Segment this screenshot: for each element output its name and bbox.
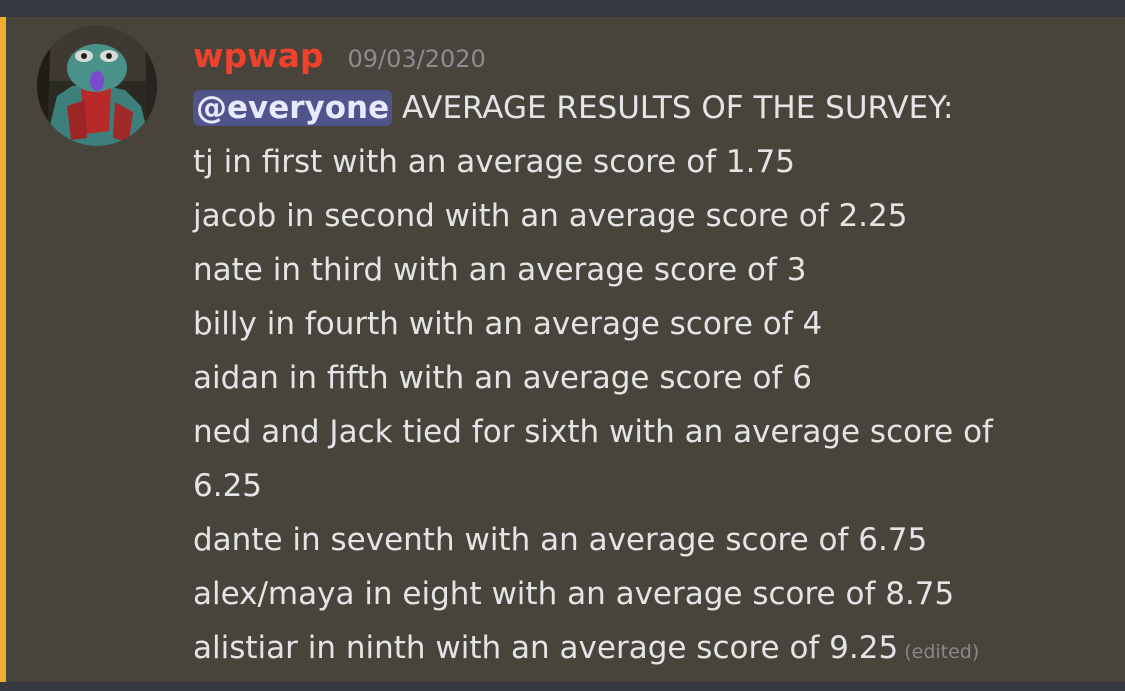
result-line: nate in third with an average score of 3 — [193, 252, 807, 288]
everyone-mention[interactable]: @everyone — [193, 90, 393, 126]
message-highlighted[interactable]: wpwap 09/03/2020 @everyone AVERAGE RESUL… — [0, 17, 1125, 682]
result-line: alex/maya in eight with an average score… — [193, 576, 955, 612]
result-line: 6.25 — [193, 468, 263, 504]
message-headline-line: @everyone AVERAGE RESULTS OF THE SURVEY: — [193, 81, 1093, 135]
avatar-image — [37, 26, 157, 146]
result-line: ned and Jack tied for sixth with an aver… — [193, 414, 993, 450]
timestamp[interactable]: 09/03/2020 — [348, 40, 486, 78]
headline-text: AVERAGE RESULTS OF THE SURVEY: — [392, 90, 954, 126]
message-header: wpwap 09/03/2020 — [193, 37, 486, 77]
result-line: dante in seventh with an average score o… — [193, 522, 928, 558]
chat-page: wpwap 09/03/2020 @everyone AVERAGE RESUL… — [0, 0, 1125, 691]
edited-label[interactable]: (edited) — [904, 641, 979, 663]
result-line-last: alistiar in ninth with an average score … — [193, 621, 1093, 679]
message-content: @everyone AVERAGE RESULTS OF THE SURVEY:… — [193, 81, 1093, 679]
user-avatar[interactable] — [37, 26, 157, 146]
result-line: jacob in second with an average score of… — [193, 198, 908, 234]
result-line: billy in fourth with an average score of… — [193, 306, 823, 342]
result-line: aidan in fifth with an average score of … — [193, 360, 812, 396]
username[interactable]: wpwap — [193, 37, 324, 75]
result-line: tj in first with an average score of 1.7… — [193, 144, 795, 180]
result-line-text: alistiar in ninth with an average score … — [193, 630, 899, 666]
